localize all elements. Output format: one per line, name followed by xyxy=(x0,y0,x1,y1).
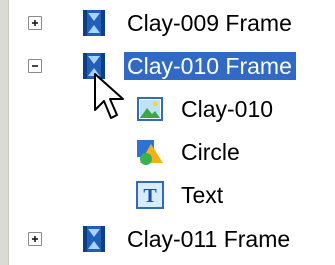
tree-item-label: Circle xyxy=(181,139,240,165)
tree-item-label: Clay-011 Frame xyxy=(127,226,291,252)
tree-item-label: Text xyxy=(181,182,224,208)
tree-item-clay-011-frame[interactable]: Clay-011 Frame xyxy=(0,219,335,259)
layer-tree: Clay-009 Frame Clay-010 Frame Clay-010 C… xyxy=(0,0,335,265)
tree-item-circle[interactable]: Circle xyxy=(0,132,335,172)
text-icon: T xyxy=(136,181,164,209)
image-icon xyxy=(137,97,163,121)
tree-item-clay-010[interactable]: Clay-010 xyxy=(0,89,335,129)
tree-item-clay-010-frame[interactable]: Clay-010 Frame xyxy=(0,46,335,86)
tree-item-label: Clay-009 Frame xyxy=(127,10,292,36)
tree-item-text[interactable]: T Text xyxy=(0,175,335,215)
frame-icon xyxy=(83,10,105,36)
shape-icon xyxy=(137,140,163,165)
mouse-cursor-icon xyxy=(94,73,124,119)
tree-item-label: Clay-010 Frame xyxy=(124,52,296,80)
tree-item-clay-009-frame[interactable]: Clay-009 Frame xyxy=(0,3,335,43)
expand-plus-icon[interactable] xyxy=(28,16,42,30)
tree-item-label: Clay-010 xyxy=(181,96,274,122)
expand-plus-icon[interactable] xyxy=(28,232,42,246)
collapse-minus-icon[interactable] xyxy=(28,59,42,73)
text-icon-glyph: T xyxy=(143,185,157,207)
frame-icon xyxy=(83,226,105,252)
